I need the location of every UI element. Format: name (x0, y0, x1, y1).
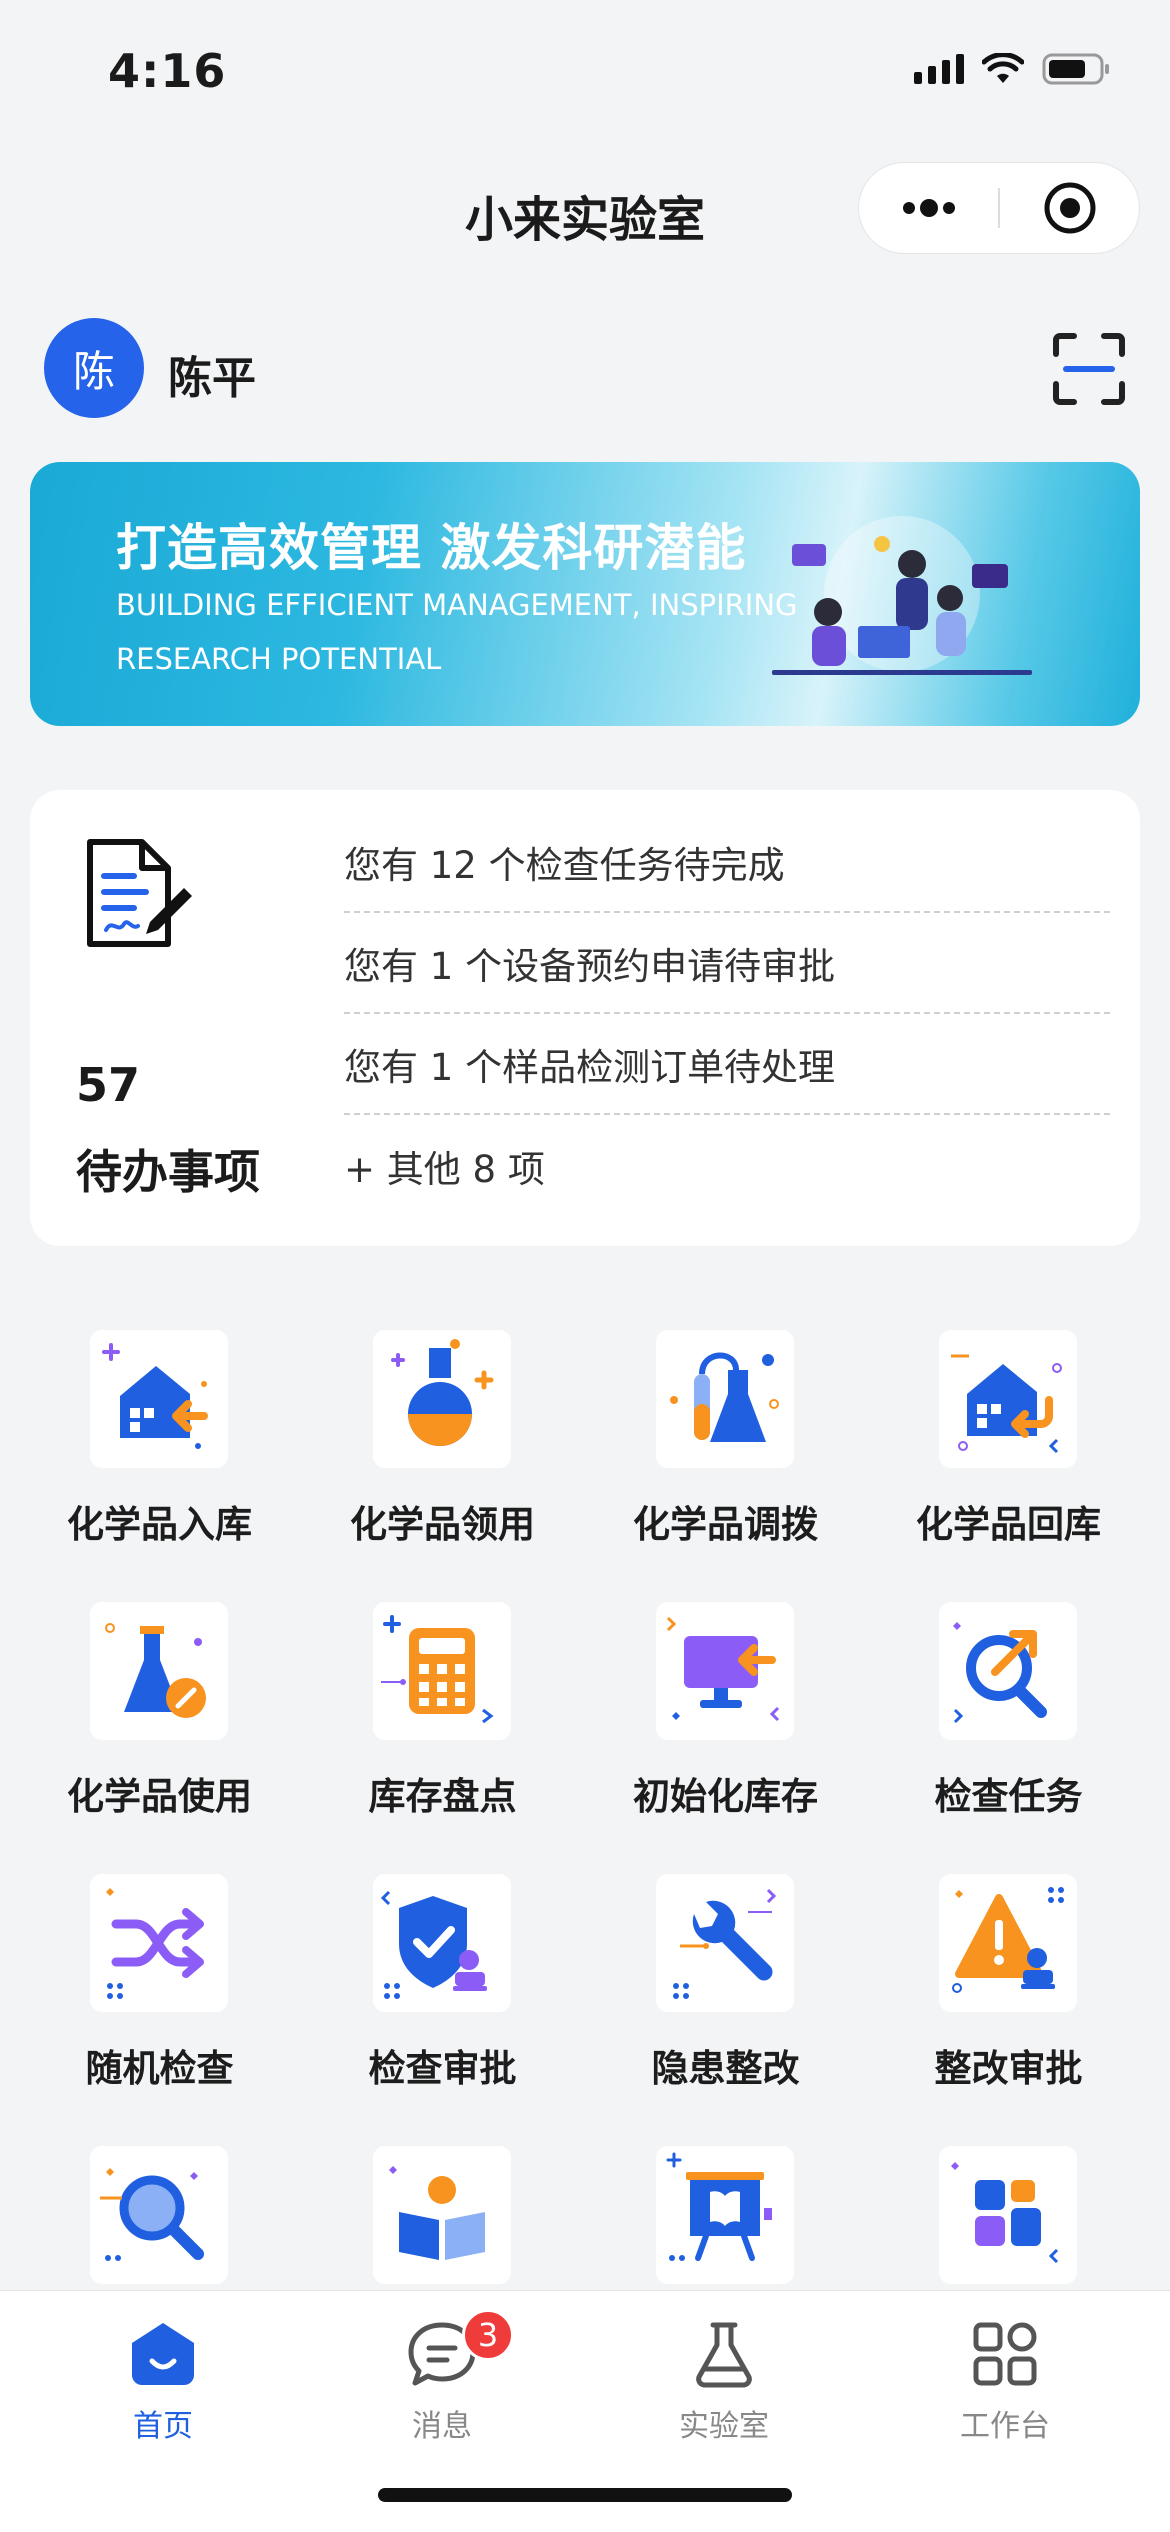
grid-item-inspection-task[interactable]: 检查任务 (867, 1602, 1150, 1872)
grid-item-init-inventory[interactable]: 初始化库存 (584, 1602, 867, 1872)
grid-label: 随机检查 (85, 2047, 234, 2090)
grid-label: 初始化库存 (633, 1775, 818, 1818)
grid-label: 库存盘点 (368, 1775, 517, 1818)
user-name: 陈平 (168, 353, 256, 404)
presentation-board-icon (656, 2146, 794, 2284)
lab-flask-icon (696, 2322, 752, 2388)
unread-badge: 3 (462, 2309, 514, 2361)
grid-item-chem-return[interactable]: 化学品回库 (867, 1330, 1150, 1600)
wrench-icon (656, 1874, 794, 2012)
grid-label: 化学品调拨 (633, 1503, 818, 1546)
tab-workbench[interactable]: 工作台 (859, 2317, 1151, 2447)
close-program-button[interactable] (1000, 163, 1139, 253)
avatar[interactable]: 陈 (44, 318, 144, 418)
search-icon (90, 2146, 228, 2284)
grid-item-random-check[interactable]: 随机检查 (18, 1874, 301, 2144)
warehouse-in-icon (90, 1330, 228, 1468)
magnifier-arrow-icon (939, 1602, 1077, 1740)
grid-label: 化学品入库 (67, 1503, 252, 1546)
tab-label: 首页 (133, 2409, 193, 2444)
grid-item-chem-inbound[interactable]: 化学品入库 (18, 1330, 301, 1600)
shuffle-icon (90, 1874, 228, 2012)
grid-label: 整改审批 (934, 2047, 1083, 2090)
grid-label: 化学品使用 (67, 1775, 252, 1818)
battery-icon (1042, 53, 1109, 85)
apps-grid-icon (939, 2146, 1077, 2284)
scan-icon[interactable] (1052, 332, 1126, 406)
grid-item-chem-usage[interactable]: 化学品使用 (18, 1602, 301, 1872)
todo-item-others[interactable]: + 其他 8 项 (344, 1115, 1110, 1216)
grid-label: 隐患整改 (651, 2047, 800, 2090)
todo-item-sample[interactable]: 您有 1 个样品检测订单待处理 (344, 1014, 1110, 1115)
tab-label: 消息 (412, 2409, 472, 2444)
tab-lab[interactable]: 实验室 (578, 2317, 870, 2447)
grid-item-chem-transfer[interactable]: 化学品调拨 (584, 1330, 867, 1600)
flask-icon (373, 1330, 511, 1468)
grid-label: 化学品领用 (350, 1503, 535, 1546)
workbench-grid-icon (973, 2322, 1037, 2386)
grid-label: 检查任务 (934, 1775, 1083, 1818)
grid-item-inventory-check[interactable]: 库存盘点 (301, 1602, 584, 1872)
tab-messages[interactable]: 3 消息 (296, 2309, 588, 2447)
reading-person-icon (373, 2146, 511, 2284)
monitor-import-icon (656, 1602, 794, 1740)
promo-banner[interactable]: 打造高效管理 激发科研潜能 BUILDING EFFICIENT MANAGEM… (30, 462, 1140, 726)
tab-label: 工作台 (960, 2409, 1050, 2444)
grid-item-inspection-approval[interactable]: 检查审批 (301, 1874, 584, 2144)
more-dots-icon (902, 199, 955, 217)
mini-program-capsule (858, 162, 1140, 254)
flask-pencil-icon (90, 1602, 228, 1740)
cellular-signal-icon (914, 54, 964, 84)
status-bar: 4:16 (0, 0, 1170, 140)
warehouse-return-icon (939, 1330, 1077, 1468)
home-indicator (378, 2488, 792, 2502)
grid-label: 化学品回库 (916, 1503, 1101, 1546)
todo-list: 您有 12 个检查任务待完成 您有 1 个设备预约申请待审批 您有 1 个样品检… (344, 812, 1110, 1216)
team-illustration-icon (772, 516, 1032, 675)
todo-item-inspection[interactable]: 您有 12 个检查任务待完成 (344, 812, 1110, 913)
document-sign-icon (87, 839, 192, 947)
test-tube-flask-icon (656, 1330, 794, 1468)
todo-item-equipment[interactable]: 您有 1 个设备预约申请待审批 (344, 913, 1110, 1014)
more-menu-button[interactable] (859, 163, 998, 253)
grid-item-rectification-approval[interactable]: 整改审批 (867, 1874, 1150, 2144)
todo-label: 待办事项 (76, 1145, 260, 1199)
shield-check-icon (373, 1874, 511, 2012)
status-icons (914, 52, 1112, 86)
grid-item-chem-requisition[interactable]: 化学品领用 (301, 1330, 584, 1600)
grid-label: 检查审批 (368, 2047, 517, 2090)
target-close-icon (1044, 182, 1095, 234)
calculator-icon (373, 1602, 511, 1740)
status-time: 4:16 (108, 44, 227, 98)
nav-bar: 小来实验室 (0, 140, 1170, 272)
warning-stamp-icon (939, 1874, 1077, 2012)
tab-home[interactable]: 首页 (17, 2317, 309, 2447)
todo-card[interactable]: 57 待办事项 您有 12 个检查任务待完成 您有 1 个设备预约申请待审批 您… (30, 790, 1140, 1246)
banner-title: 打造高效管理 激发科研潜能 (116, 519, 747, 577)
user-row: 陈 陈平 (44, 318, 1126, 418)
wifi-icon (982, 53, 1024, 83)
grid-item-hazard-rectification[interactable]: 隐患整改 (584, 1874, 867, 2144)
banner-subtitle: BUILDING EFFICIENT MANAGEMENT, INSPIRING… (116, 588, 798, 676)
tab-label: 实验室 (679, 2409, 769, 2444)
home-icon (132, 2323, 194, 2385)
todo-count: 57 (76, 1058, 141, 1112)
